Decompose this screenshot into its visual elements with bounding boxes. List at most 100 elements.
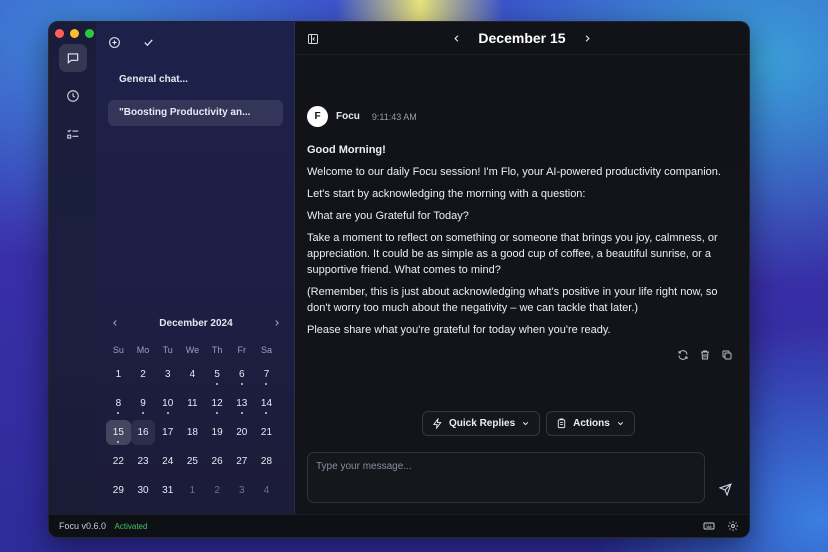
calendar-day[interactable]: 27 [229,449,254,474]
copy-icon[interactable] [721,349,733,361]
chevron-down-icon [523,422,529,426]
avatar: F [307,106,328,127]
calendar-day-number: 2 [214,485,220,496]
calendar-day[interactable]: 6 [229,362,254,387]
calendar-day[interactable]: 21 [254,420,279,445]
calendar-day[interactable]: 5 [205,362,230,387]
activation-status-badge: Activated [114,522,148,531]
calendar-day[interactable]: 31 [155,478,180,503]
calendar-day-number: 24 [162,456,174,467]
message-paragraph: Welcome to our daily Focu session! I'm F… [307,166,721,178]
chat-item-boosting-productivity[interactable]: "Boosting Productivity an... [108,100,283,126]
message-actions [677,349,733,361]
rail-history-button[interactable] [59,82,87,110]
previous-day-button[interactable] [451,33,462,44]
calendar-day[interactable]: 11 [180,391,205,416]
calendar-day[interactable]: 2 [131,362,156,387]
keyboard-icon[interactable] [703,520,715,532]
rail-chat-button[interactable] [59,44,87,72]
calendar-day[interactable]: 14 [254,391,279,416]
calendar-day[interactable]: 4 [254,478,279,503]
check-icon [143,38,153,46]
message-paragraph: Let's start by acknowledging the morning… [307,188,586,200]
actions-label: Actions [573,418,610,429]
send-icon [718,483,732,497]
message-paragraph: (Remember, this is just about acknowledg… [307,286,718,314]
calendar-day-number: 18 [186,427,198,438]
calendar-day[interactable]: 3 [155,362,180,387]
calendar-day-number: 4 [263,485,270,496]
calendar-day-number: 13 [236,398,248,409]
next-day-button[interactable] [582,33,593,44]
close-window-button[interactable] [55,29,64,38]
quick-replies-button[interactable]: Quick Replies [422,411,541,436]
calendar-day-number: 30 [137,485,149,496]
calendar-day[interactable]: 24 [155,449,180,474]
window-controls [55,29,94,38]
calendar-day[interactable]: 1 [180,478,205,503]
calendar-day[interactable]: 10 [155,391,180,416]
previous-month-button[interactable] [110,318,120,328]
weekday-label: Su [112,345,124,355]
calendar-day[interactable]: 18 [180,420,205,445]
calendar-day-number: 7 [263,369,270,380]
maximize-window-button[interactable] [85,29,94,38]
calendar-day[interactable]: 9 [131,391,156,416]
calendar-day-number: 26 [211,456,223,467]
message-input[interactable] [308,453,704,480]
calendar-day[interactable]: 17 [155,420,180,445]
calendar-day-number: 12 [211,398,223,409]
calendar-day[interactable]: 29 [106,478,131,503]
weekday-label: Mo [136,345,150,355]
gear-icon[interactable] [727,520,739,532]
calendar-day-number: 22 [112,456,124,467]
calendar-day[interactable]: 13 [229,391,254,416]
message-paragraph: Take a moment to reflect on something or… [307,232,718,276]
chat-item-general[interactable]: General chat... [108,67,283,93]
calendar-day-number: 19 [211,427,223,438]
actions-button[interactable]: Actions [546,411,635,436]
calendar-day[interactable]: 2 [205,478,230,503]
chat-panel: December 15 F Focu 9:11:43 AM Good Morni… [295,22,749,514]
calendar-day[interactable]: 28 [254,449,279,474]
calendar-day[interactable]: 22 [106,449,131,474]
calendar-day[interactable]: 23 [131,449,156,474]
calendar-day[interactable]: 15 [106,420,131,445]
calendar-day[interactable]: 3 [229,478,254,503]
calendar-day-number: 28 [260,456,273,467]
calendar-day-number: 23 [137,456,149,467]
send-button[interactable] [718,483,732,501]
next-month-button[interactable] [272,318,282,328]
message-body: Good Morning! Welcome to our daily Focu … [307,142,737,344]
calendar-day[interactable]: 7 [254,362,279,387]
message-timestamp: 9:11:43 AM [371,111,417,122]
calendar-day[interactable]: 25 [180,449,205,474]
message-composer [307,452,705,503]
select-chats-button[interactable] [140,34,156,50]
calendar-day[interactable]: 19 [205,420,230,445]
trash-icon[interactable] [699,349,711,361]
activity-dot [240,383,243,385]
calendar-day[interactable]: 1 [106,362,131,387]
message-header: F Focu 9:11:43 AM [307,106,417,127]
calendar-day-number: 11 [187,398,198,409]
weekday-label: Fr [237,345,247,355]
calendar-day[interactable]: 30 [131,478,156,503]
calendar-day[interactable]: 8 [106,391,131,416]
chat-sidebar: General chat... "Boosting Productivity a… [96,22,295,514]
calendar-day[interactable]: 16 [130,420,156,445]
calendar-day-number: 21 [260,427,273,438]
toggle-sidebar-button[interactable] [307,32,319,50]
minimize-window-button[interactable] [70,29,79,38]
calendar-day[interactable]: 4 [180,362,205,387]
calendar-day[interactable]: 20 [229,420,254,445]
weekday-label: We [185,345,200,355]
rail-tasks-button[interactable] [59,120,87,148]
calendar-day-number: 5 [214,369,220,380]
activity-dot [142,412,145,414]
calendar-day[interactable]: 12 [205,391,230,416]
regenerate-icon[interactable] [677,349,689,361]
calendar-day-number: 31 [162,485,174,496]
calendar-day[interactable]: 26 [205,449,230,474]
new-chat-button[interactable] [106,34,122,50]
